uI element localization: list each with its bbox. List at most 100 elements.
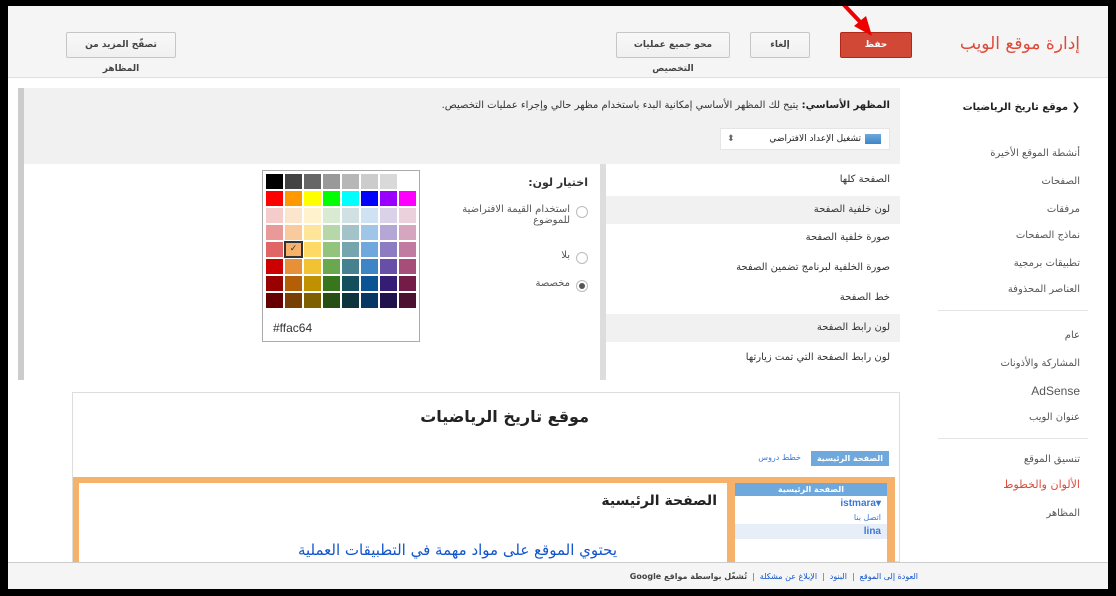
list-item[interactable]: خط الصفحة <box>606 284 900 312</box>
radio-custom[interactable]: مخصصة <box>535 278 588 292</box>
color-swatch[interactable] <box>265 190 284 207</box>
color-swatch[interactable] <box>265 292 284 309</box>
sidebar-item-attachments[interactable]: مرفقات <box>1047 204 1080 215</box>
color-swatch[interactable] <box>322 241 341 258</box>
sidebar-item-adsense[interactable]: AdSense <box>1031 384 1080 398</box>
cancel-button[interactable]: إلغاء <box>750 32 810 58</box>
color-swatch[interactable] <box>265 224 284 241</box>
color-swatch[interactable] <box>322 224 341 241</box>
site-preview: موقع تاريخ الرياضيات الصفحة الرئيسية خطط… <box>72 392 900 565</box>
color-swatch[interactable] <box>341 241 360 258</box>
color-swatch[interactable] <box>303 275 322 292</box>
color-swatch[interactable] <box>379 207 398 224</box>
footer-link-terms[interactable]: البنود <box>830 572 847 581</box>
color-swatch[interactable] <box>341 258 360 275</box>
color-swatch[interactable] <box>303 207 322 224</box>
list-item-selected[interactable]: لون خلفية الصفحة <box>606 196 900 224</box>
color-swatch[interactable] <box>284 258 303 275</box>
sidebar-item-recent-activity[interactable]: أنشطة الموقع الأخيرة <box>990 148 1080 159</box>
color-swatch[interactable] <box>265 241 284 258</box>
color-swatch[interactable] <box>322 190 341 207</box>
color-swatch[interactable] <box>303 241 322 258</box>
color-swatch[interactable] <box>379 258 398 275</box>
radio-none[interactable]: بلا <box>561 250 588 264</box>
sidebar-item-apps-scripts[interactable]: تطبيقات برمجية <box>1014 258 1080 269</box>
color-swatch[interactable] <box>398 241 417 258</box>
color-swatch[interactable] <box>284 224 303 241</box>
color-swatch[interactable] <box>360 241 379 258</box>
list-item[interactable]: صورة خلفية الصفحة <box>606 224 900 252</box>
color-swatch[interactable] <box>284 173 303 190</box>
color-swatch[interactable] <box>398 275 417 292</box>
sidebar-site-name-label: موقع تاريخ الرياضيات <box>962 102 1069 113</box>
sidebar-site-name[interactable]: ❮ موقع تاريخ الرياضيات <box>963 102 1080 113</box>
color-swatch[interactable] <box>322 275 341 292</box>
color-swatch[interactable] <box>341 190 360 207</box>
color-swatch[interactable] <box>379 173 398 190</box>
color-swatch[interactable] <box>360 173 379 190</box>
footer-link-report[interactable]: الإبلاغ عن مشكلة <box>760 572 817 581</box>
radio-theme-default[interactable]: استخدام القيمة الافتراضية للموضوع <box>430 204 588 226</box>
color-swatch[interactable] <box>284 275 303 292</box>
sidebar-divider <box>938 438 1088 439</box>
list-item[interactable]: لون رابط الصفحة <box>606 314 900 342</box>
color-swatch[interactable] <box>398 258 417 275</box>
color-swatch[interactable] <box>341 207 360 224</box>
sidebar-item-themes[interactable]: المظاهر <box>1046 508 1080 519</box>
color-swatch[interactable] <box>284 207 303 224</box>
color-swatch[interactable] <box>322 207 341 224</box>
color-swatch[interactable] <box>360 258 379 275</box>
color-swatch[interactable] <box>379 241 398 258</box>
color-swatch[interactable] <box>398 173 417 190</box>
color-swatch[interactable] <box>398 190 417 207</box>
sidebar-item-general[interactable]: عام <box>1065 330 1080 341</box>
color-swatch[interactable] <box>379 292 398 309</box>
color-swatch[interactable] <box>303 224 322 241</box>
list-item[interactable]: الصفحة كلها <box>606 166 900 194</box>
color-swatch[interactable] <box>303 173 322 190</box>
sidebar-item-deleted-items[interactable]: العناصر المحذوفة <box>1008 284 1080 295</box>
color-swatch[interactable] <box>265 258 284 275</box>
color-swatch[interactable] <box>398 224 417 241</box>
color-swatch[interactable] <box>265 275 284 292</box>
color-swatch[interactable] <box>341 292 360 309</box>
color-swatch[interactable] <box>322 292 341 309</box>
color-swatch-selected[interactable]: ✓ <box>284 241 303 258</box>
color-swatch[interactable] <box>341 275 360 292</box>
sidebar-item-page-templates[interactable]: نماذج الصفحات <box>1016 230 1080 241</box>
color-swatch[interactable] <box>398 207 417 224</box>
sidebar-item-pages[interactable]: الصفحات <box>1042 176 1080 187</box>
color-swatch[interactable] <box>360 207 379 224</box>
color-swatch[interactable] <box>379 275 398 292</box>
color-swatch[interactable] <box>322 173 341 190</box>
color-swatch[interactable] <box>360 190 379 207</box>
color-swatch[interactable] <box>398 292 417 309</box>
color-swatch[interactable] <box>303 258 322 275</box>
sidebar-item-site-layout[interactable]: تنسيق الموقع <box>1024 454 1080 465</box>
color-swatch[interactable] <box>341 224 360 241</box>
list-item[interactable]: صورة الخلفية لبرنامج تضمين الصفحة <box>606 254 900 282</box>
sidebar-item-colors-fonts[interactable]: الألوان والخطوط <box>1003 478 1080 491</box>
list-item[interactable]: لون رابط الصفحة التي تمت زيارتها <box>606 344 900 372</box>
color-swatch[interactable] <box>379 224 398 241</box>
color-swatch[interactable] <box>265 207 284 224</box>
color-swatch[interactable] <box>284 190 303 207</box>
color-swatch[interactable] <box>265 173 284 190</box>
color-swatch[interactable] <box>303 292 322 309</box>
color-swatch[interactable] <box>341 173 360 190</box>
browse-themes-button[interactable]: تصفّح المزيد من المظاهر <box>66 32 176 74</box>
color-swatch[interactable] <box>322 258 341 275</box>
sidebar-item-sharing[interactable]: المشاركة والأذونات <box>1000 358 1080 369</box>
color-swatch[interactable] <box>284 292 303 309</box>
base-theme-select[interactable]: تشغيل الإعداد الافتراضي ⬍ <box>720 128 890 150</box>
footer-link-back[interactable]: العودة إلى الموقع <box>860 572 918 581</box>
color-swatch[interactable] <box>303 190 322 207</box>
color-swatch[interactable] <box>360 275 379 292</box>
color-swatch[interactable] <box>360 292 379 309</box>
hex-color-input[interactable]: #ffac64 <box>265 317 417 339</box>
sidebar-item-web-address[interactable]: عنوان الويب <box>1029 412 1080 423</box>
color-swatch[interactable] <box>379 190 398 207</box>
footer-powered-by[interactable]: تُشغّل بواسطة مواقع Google <box>630 572 747 581</box>
clear-customizations-button[interactable]: محو جميع عمليات التخصيص <box>616 32 730 74</box>
color-swatch[interactable] <box>360 224 379 241</box>
